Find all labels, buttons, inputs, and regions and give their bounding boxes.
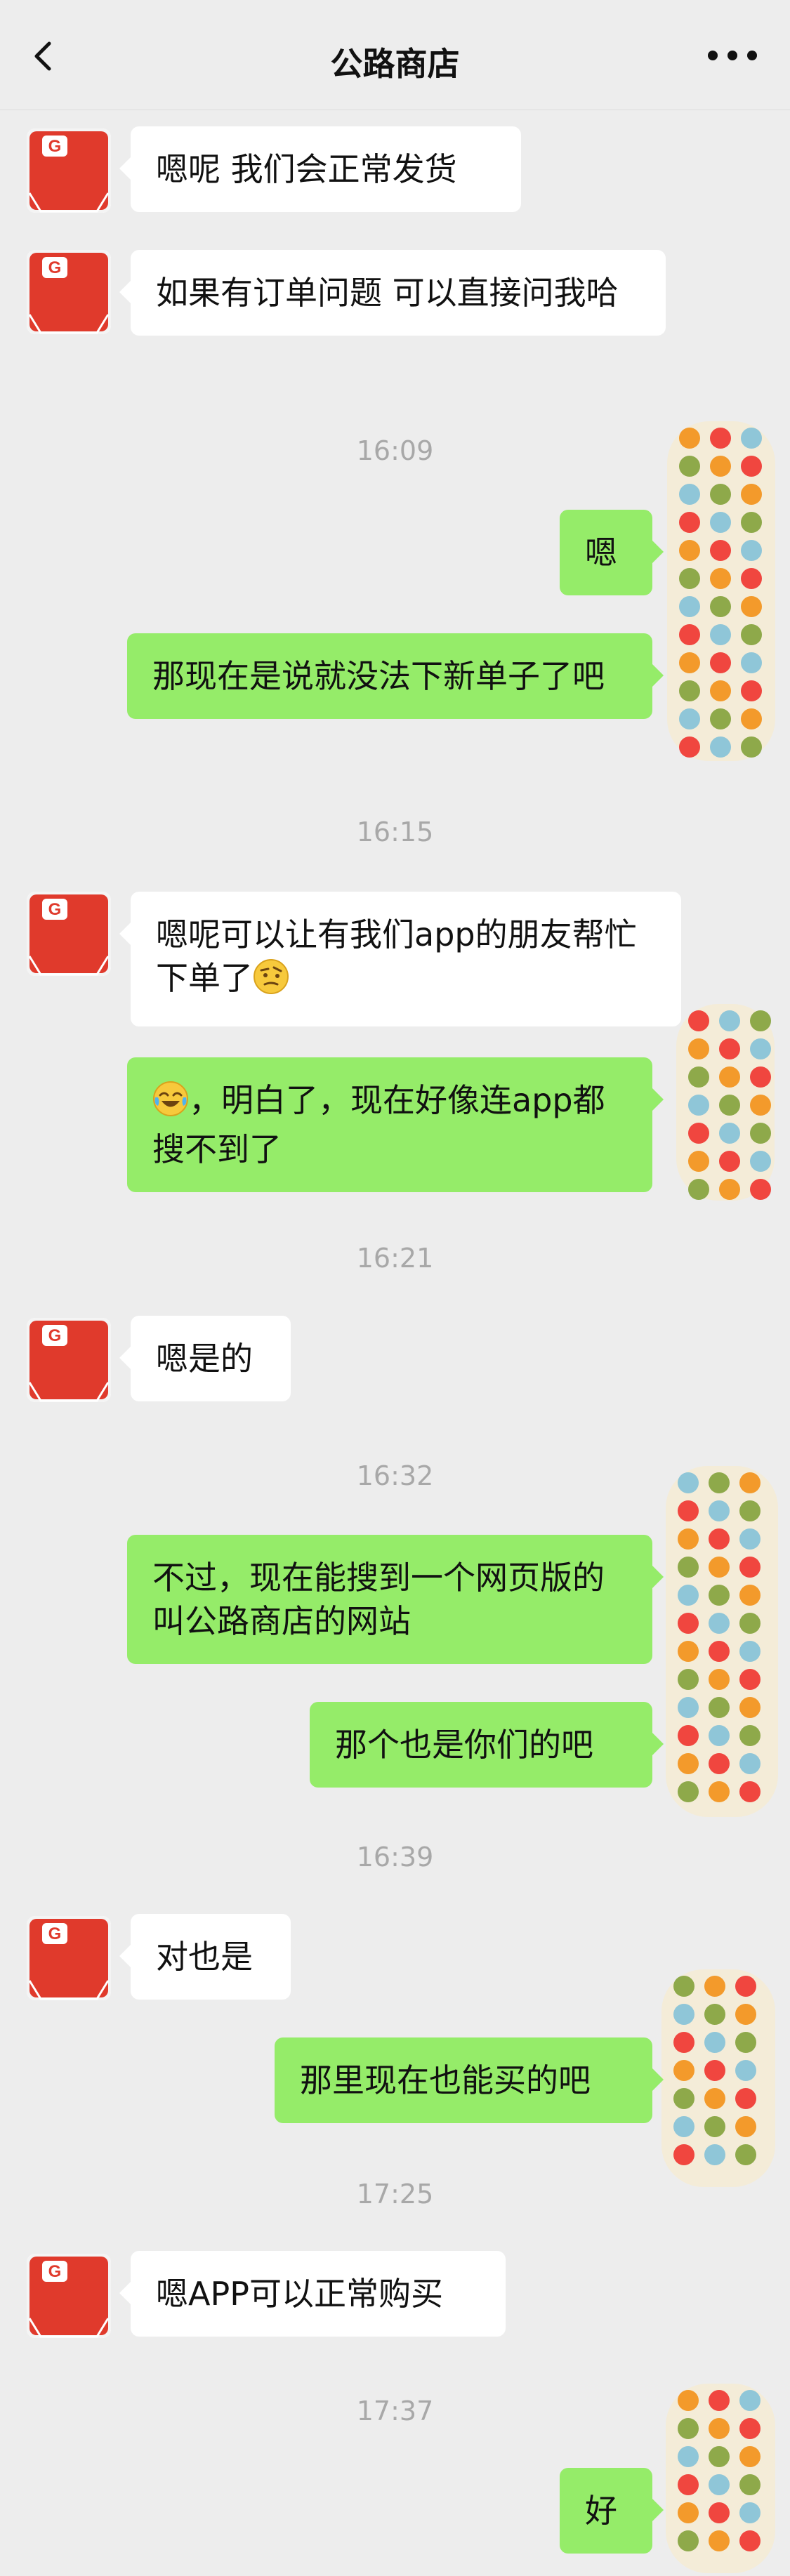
- svg-text:G: G: [48, 258, 62, 277]
- polka-dot-icon: [666, 2384, 775, 2573]
- user-avatar[interactable]: [671, 1004, 780, 1201]
- outgoing-message-bubble[interactable]: 不过，现在能搜到一个网页版的叫公路商店的网站: [127, 1535, 664, 1664]
- contact-avatar[interactable]: G: [27, 128, 111, 213]
- chat-header: 公路商店: [0, 0, 790, 110]
- timestamp: 16:39: [356, 1842, 434, 1872]
- contact-avatar[interactable]: G: [27, 2254, 111, 2338]
- user-avatar[interactable]: [660, 1466, 784, 1817]
- polka-dot-icon: [661, 1969, 775, 2187]
- ellipsis-icon[interactable]: [706, 46, 759, 65]
- polka-dot-icon: [667, 421, 775, 761]
- contact-avatar[interactable]: G: [27, 250, 111, 334]
- user-avatar[interactable]: [656, 1969, 781, 2187]
- incoming-message-bubble[interactable]: 嗯是的: [119, 1316, 291, 1401]
- outgoing-message-bubble[interactable]: 那里现在也能买的吧: [275, 2037, 664, 2123]
- user-avatar[interactable]: [660, 2384, 781, 2573]
- tears-of-joy-emoji-icon: [152, 1081, 189, 1128]
- polka-dot-icon: [676, 1004, 775, 1201]
- red-logo-icon: G: [27, 892, 111, 976]
- timestamp: 16:15: [356, 817, 434, 847]
- red-logo-icon: G: [27, 128, 111, 213]
- outgoing-message-bubble[interactable]: 嗯: [560, 510, 664, 595]
- user-avatar[interactable]: [661, 421, 781, 761]
- red-logo-icon: G: [27, 250, 111, 334]
- chat-title: 公路商店: [330, 45, 460, 83]
- message-text: 嗯呢可以让有我们app的朋友帮忙下单了: [156, 916, 637, 997]
- contact-avatar[interactable]: G: [27, 1318, 111, 1402]
- polka-dot-icon: [666, 1466, 778, 1817]
- red-logo-icon: G: [27, 2254, 111, 2338]
- incoming-message-bubble[interactable]: 嗯呢 我们会正常发货: [119, 126, 521, 212]
- svg-text:G: G: [48, 1326, 62, 1345]
- incoming-message-bubble[interactable]: 对也是: [119, 1914, 291, 2000]
- incoming-message-bubble[interactable]: 嗯呢可以让有我们app的朋友帮忙下单了: [119, 892, 681, 1026]
- contact-avatar[interactable]: G: [27, 892, 111, 976]
- timestamp: 17:25: [356, 2179, 434, 2210]
- red-logo-icon: G: [27, 1916, 111, 2000]
- face-with-raised-eyebrow-emoji-icon: [253, 958, 289, 1005]
- contact-avatar[interactable]: G: [27, 1916, 111, 2000]
- message-text: ，明白了，现在好像连app都搜不到了: [152, 1081, 605, 1168]
- svg-text:G: G: [48, 2262, 62, 2281]
- incoming-message-bubble[interactable]: 如果有订单问题 可以直接问我哈: [119, 250, 666, 336]
- outgoing-message-bubble[interactable]: 好: [560, 2468, 664, 2554]
- outgoing-message-bubble[interactable]: 那现在是说就没法下新单子了吧: [127, 633, 664, 719]
- svg-text:G: G: [48, 137, 62, 156]
- incoming-message-bubble[interactable]: 嗯APP可以正常购买: [119, 2251, 506, 2337]
- outgoing-message-bubble[interactable]: ，明白了，现在好像连app都搜不到了: [127, 1057, 664, 1192]
- svg-text:G: G: [48, 1924, 62, 1943]
- outgoing-message-bubble[interactable]: 那个也是你们的吧: [310, 1702, 664, 1788]
- red-logo-icon: G: [27, 1318, 111, 1402]
- svg-text:G: G: [48, 900, 62, 919]
- timestamp: 16:21: [356, 1243, 434, 1274]
